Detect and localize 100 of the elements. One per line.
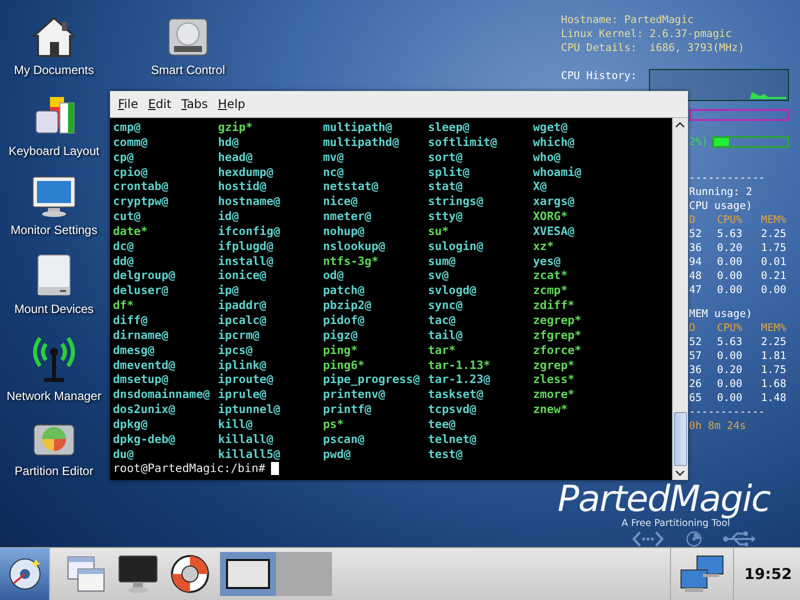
file-name: tail@ — [428, 328, 463, 343]
menu-item[interactable]: File — [114, 95, 142, 113]
file-name: ping6* — [323, 358, 365, 372]
file-name: dos2unix@ — [113, 402, 176, 417]
divider-text: ------------ — [689, 405, 766, 419]
table-cell-text: 2.25 — [761, 335, 788, 349]
table-cell-text: 0.00 — [717, 255, 744, 269]
file-name: printf@ — [323, 402, 372, 417]
file-name: du@ — [113, 446, 134, 462]
column-header: D — [689, 321, 696, 335]
network-computers-icon[interactable] — [679, 554, 726, 594]
table-cell-text: 0.00 — [717, 377, 744, 391]
clock[interactable]: 19:52 — [733, 548, 800, 600]
file-name: svlogd@ — [428, 283, 476, 298]
table-cell-text: 0.01 — [761, 255, 788, 269]
desktop-icon-label[interactable]: Smart Control — [150, 62, 226, 79]
file-name: zcat* — [533, 268, 568, 284]
file-name: sulogin@ — [428, 238, 484, 254]
desktop-icon-label[interactable]: Network Manager — [6, 388, 102, 405]
table-cell-text: 0.20 — [717, 363, 744, 377]
desktop-icon-label[interactable]: Keyboard Layout — [8, 143, 100, 160]
system-info-text: Hostname: PartedMagic — [561, 13, 695, 27]
file-name: tar-1.23@ — [428, 372, 490, 388]
shell-prompt: root@PartedMagic:/bin# — [113, 461, 266, 476]
file-name: delgroup@ — [113, 268, 176, 284]
file-name: ip@ — [218, 283, 239, 298]
file-name: pbzip2@ — [323, 298, 372, 313]
divider-text: ------------ — [689, 171, 766, 185]
table-title: CPU usage) — [689, 199, 754, 213]
file-name: date* — [113, 224, 148, 239]
file-name: ifconfig@ — [218, 224, 280, 239]
start-button[interactable] — [0, 548, 50, 600]
file-name: xargs@ — [533, 194, 575, 210]
task-button[interactable] — [220, 552, 276, 596]
file-name: iptunnel@ — [218, 402, 280, 417]
lifebuoy-launcher[interactable] — [168, 552, 212, 596]
file-name: whoami@ — [533, 164, 582, 180]
file-name: zmore* — [533, 387, 575, 402]
file-name: multipath@ — [323, 120, 392, 135]
file-name: who@ — [533, 150, 561, 165]
table-cell-text: 5.63 — [717, 227, 744, 241]
file-name: deluser@ — [113, 283, 168, 298]
desktop-icon-label[interactable]: Monitor Settings — [10, 222, 98, 239]
file-name: dirname@ — [113, 328, 168, 343]
scroll-thumb[interactable] — [674, 412, 687, 466]
file-name: iplink@ — [218, 358, 266, 372]
menu-item[interactable]: Tabs — [177, 95, 212, 113]
file-name: nslookup@ — [323, 238, 386, 254]
file-name: stat@ — [428, 179, 463, 194]
file-name: xz* — [533, 238, 554, 254]
table-title: MEM usage) — [689, 307, 754, 321]
file-name: hostname@ — [218, 194, 280, 210]
file-name: softlimit@ — [428, 134, 498, 150]
scrollbar[interactable] — [672, 118, 688, 480]
desktop-icon-label[interactable]: Mount Devices — [14, 301, 94, 318]
file-name: cmp@ — [113, 120, 141, 135]
table-cell-text: 36 — [689, 241, 703, 255]
file-name: cpio@ — [113, 164, 148, 180]
file-name: killall5@ — [218, 446, 280, 462]
file-name: kill@ — [218, 416, 253, 432]
file-name: dnsdomainname@ — [113, 387, 210, 402]
file-name: dmesg@ — [113, 342, 155, 358]
file-name: df* — [113, 298, 134, 313]
file-name: tac@ — [428, 312, 456, 328]
file-name: hexdump@ — [218, 164, 274, 180]
file-name: dpkg@ — [113, 416, 148, 432]
desktop-icon-label[interactable]: My Documents — [14, 62, 94, 79]
table-cell-text: 0.20 — [717, 241, 744, 255]
table-cell-text: 5.63 — [717, 335, 744, 349]
cpu-percent-text: 2%) — [689, 135, 708, 149]
column-header: CPU% — [717, 321, 744, 335]
table-cell-text: 0.21 — [761, 269, 788, 283]
file-name: dpkg-deb@ — [113, 432, 176, 447]
file-name: nohup@ — [323, 224, 365, 239]
desktop-icon-label[interactable]: Partition Editor — [14, 463, 94, 480]
file-name: cut@ — [113, 209, 141, 224]
logo-tagline: A Free Partitioning Tool — [622, 518, 730, 530]
table-cell-text: 1.68 — [761, 377, 788, 391]
file-name: killall@ — [218, 432, 274, 447]
file-name: cryptpw@ — [113, 194, 168, 210]
file-name: pigz@ — [323, 328, 358, 343]
disc-icon — [686, 531, 702, 547]
file-name: nc@ — [323, 164, 344, 180]
table-cell-text: 1.81 — [761, 349, 788, 363]
usb-icon — [722, 531, 756, 547]
menu-item[interactable]: Help — [214, 95, 250, 113]
file-name: diff@ — [113, 312, 148, 328]
file-name: ipcrm@ — [218, 328, 260, 343]
file-name: pidof@ — [323, 312, 365, 328]
text-cursor — [271, 462, 280, 476]
table-cell-text: 94 — [689, 255, 703, 269]
file-name: iproute@ — [218, 372, 274, 388]
file-name: split@ — [428, 164, 470, 180]
file-name: pscan@ — [323, 432, 365, 447]
column-header: MEM% — [761, 321, 788, 335]
file-name: XORG* — [533, 209, 568, 224]
menu-item[interactable]: Edit — [144, 95, 176, 113]
table-cell-text: 1.48 — [761, 391, 788, 405]
file-name: zgrep* — [533, 358, 575, 372]
file-name: test@ — [428, 446, 463, 462]
